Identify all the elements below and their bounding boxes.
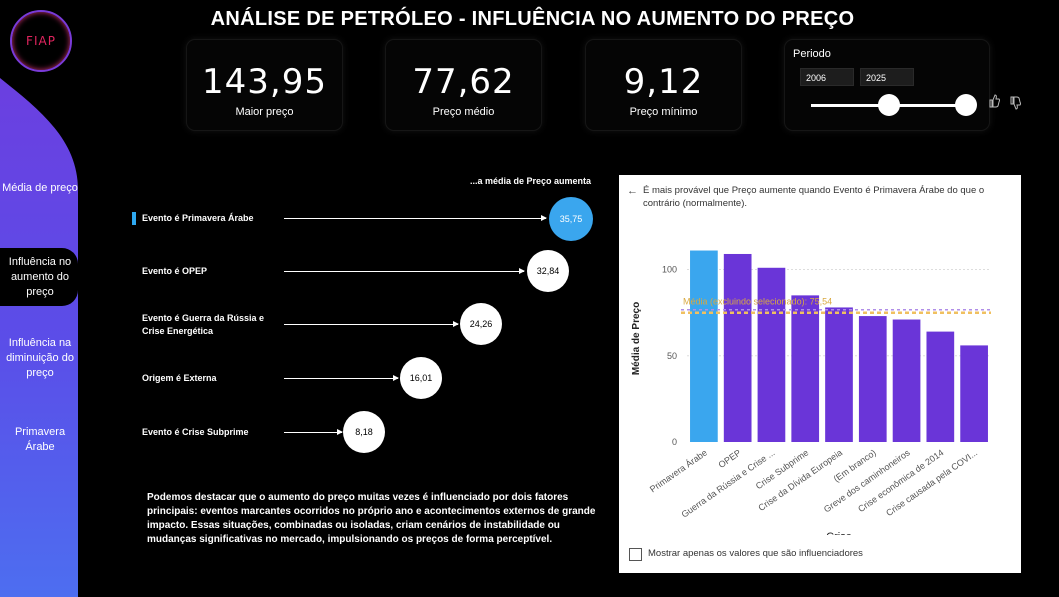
nav-item-media-de-preco[interactable]: Média de preço: [0, 181, 80, 196]
influencer-connector: [284, 215, 547, 221]
x-tick-label: Primavera Árabe: [648, 447, 709, 494]
kpi-value: 9,12: [623, 62, 704, 102]
selected-indicator: [132, 212, 136, 225]
period-slider-end-handle[interactable]: [955, 94, 977, 116]
kpi-card-avg: 77,62 Preço médio: [386, 40, 541, 130]
influencer-connector: [284, 321, 459, 327]
influencer-bubble[interactable]: 8,18: [343, 411, 385, 453]
bar[interactable]: [926, 331, 955, 442]
period-slicer: Periodo 2006 2025: [785, 40, 989, 130]
bar[interactable]: [690, 250, 718, 442]
bar[interactable]: [858, 316, 887, 442]
influencer-label[interactable]: Evento é Guerra da Rússia e Crise Energé…: [142, 312, 282, 338]
nav-item-primavera-arabe[interactable]: Primavera Árabe: [0, 425, 80, 455]
show-influencers-only-checkbox[interactable]: [629, 548, 642, 561]
influencers-header: ...a média de Preço aumenta: [470, 176, 592, 186]
influencer-connector: [284, 429, 343, 435]
logo-text: FIAP: [26, 34, 56, 48]
thumbs-down-icon[interactable]: [1009, 96, 1021, 110]
influencer-label[interactable]: Evento é Primavera Árabe: [142, 212, 254, 225]
influencer-label[interactable]: Evento é OPEP: [142, 265, 207, 278]
influencer-bubble[interactable]: 24,26: [460, 303, 502, 345]
bar[interactable]: [757, 267, 786, 442]
bar[interactable]: [960, 345, 988, 442]
panel-description: É mais provável que Preço aumente quando…: [643, 185, 985, 209]
kpi-value: 77,62: [412, 62, 515, 102]
influencer-connector: [284, 268, 525, 274]
kpi-label: Maior preço: [235, 106, 294, 118]
kpi-card-max: 143,95 Maior preço: [187, 40, 342, 130]
bar[interactable]: [892, 319, 921, 442]
nav-item-influencia-diminuicao[interactable]: Influência na diminuição do preço: [0, 336, 80, 381]
y-tick-label: 0: [672, 437, 677, 447]
insight-paragraph: Podemos destacar que o aumento do preço …: [147, 492, 596, 545]
page-title: ANÁLISE DE PETRÓLEO - INFLUÊNCIA NO AUME…: [210, 8, 855, 30]
kpi-card-min: 9,12 Preço mínimo: [586, 40, 741, 130]
x-axis-label: Crise: [826, 531, 852, 535]
influencer-label[interactable]: Evento é Crise Subprime: [142, 426, 249, 439]
bar[interactable]: [791, 295, 820, 442]
y-tick-label: 100: [662, 265, 677, 275]
kpi-value: 143,95: [202, 62, 327, 102]
checkbox-label: Mostrar apenas os valores que são influe…: [648, 548, 863, 559]
influencer-bubble-selected[interactable]: 35,75: [549, 197, 593, 241]
average-line-label: Média (excluindo selecionado): 75,54: [683, 297, 832, 307]
period-title: Periodo: [793, 48, 831, 60]
kpi-label: Preço médio: [432, 106, 495, 118]
back-arrow-icon[interactable]: ←: [627, 185, 638, 197]
y-tick-label: 50: [667, 351, 677, 361]
bar[interactable]: [825, 307, 853, 442]
influencer-bubble[interactable]: 16,01: [400, 357, 442, 399]
kpi-label: Preço mínimo: [629, 106, 698, 118]
influencer-connector: [284, 375, 399, 381]
bar[interactable]: [723, 253, 752, 442]
nav-item-influencia-aumento[interactable]: Influência no aumento do preço: [0, 255, 80, 300]
y-axis-label: Média de Preço: [631, 302, 642, 375]
influencer-detail-panel: 0 50 100 Primavera Árabe OPEP Guerra da Rússi…: [619, 175, 1021, 573]
bar-chart: 050100Primavera Árabe OPEPGuerra da Rússi…: [631, 250, 991, 535]
thumbs-up-icon[interactable]: [988, 94, 1000, 108]
period-start-input[interactable]: 2006: [800, 68, 854, 86]
influencer-bubble[interactable]: 32,84: [527, 250, 569, 292]
x-tick-label: OPEP: [717, 447, 743, 470]
period-end-input[interactable]: 2025: [860, 68, 914, 86]
influencer-label[interactable]: Origem é Externa: [142, 372, 217, 385]
period-slider-start-handle[interactable]: [878, 94, 900, 116]
fiap-logo: FIAP: [10, 10, 72, 72]
